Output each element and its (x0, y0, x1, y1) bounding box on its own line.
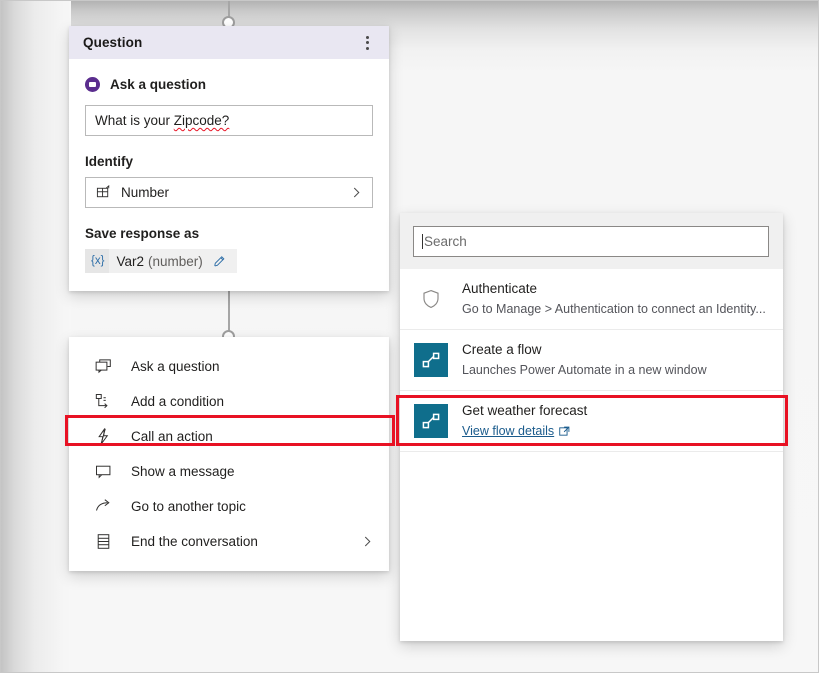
menu-item-call-an-action[interactable]: Call an action (69, 419, 389, 454)
action-row-authenticate[interactable]: Authenticate Go to Manage > Authenticati… (400, 269, 783, 330)
question-card-title: Question (83, 35, 143, 50)
variable-token-icon: {x} (85, 249, 110, 273)
question-bubble-icon (93, 358, 113, 375)
action-title: Get weather forecast (462, 403, 588, 418)
variable-name: Var2 (116, 253, 144, 269)
menu-item-label: Call an action (131, 429, 213, 444)
lightning-bolt-icon (93, 428, 113, 445)
chevron-right-icon (360, 534, 375, 549)
flow-icon (414, 404, 448, 438)
search-zone: Search (400, 213, 783, 269)
menu-item-ask-a-question[interactable]: Ask a question (69, 349, 389, 384)
action-text-block: Get weather forecast View flow details (462, 402, 587, 440)
action-row-get-weather-forecast[interactable]: Get weather forecast View flow details (400, 391, 783, 452)
identify-dropdown[interactable]: Number (85, 177, 373, 208)
connector-line-bottom (228, 290, 230, 332)
menu-item-label: End the conversation (131, 534, 258, 549)
action-subtitle: Launches Power Automate in a new window (462, 363, 707, 377)
question-card-body: Ask a question What is your Zipcode? Ide… (69, 59, 389, 291)
search-input[interactable]: Search (413, 226, 769, 257)
menu-item-add-a-condition[interactable]: Add a condition (69, 384, 389, 419)
message-bubble-icon (93, 463, 113, 480)
node-action-menu[interactable]: Ask a question Add a condition Call an a… (69, 337, 389, 571)
view-flow-details-label: View flow details (462, 424, 555, 438)
action-subtitle: Go to Manage > Authentication to connect… (462, 302, 766, 316)
text-caret (422, 234, 423, 249)
open-in-new-window-icon (559, 426, 570, 437)
app-screen: Question Ask a question What is your Zip… (0, 0, 819, 673)
menu-item-label: Go to another topic (131, 499, 246, 514)
search-placeholder: Search (424, 234, 467, 249)
question-card-header: Question (69, 26, 389, 59)
entity-grid-icon (96, 185, 111, 200)
flow-icon-tile (414, 343, 448, 377)
shield-icon (414, 282, 448, 316)
question-text-prefix: What is your (95, 113, 174, 128)
save-response-label: Save response as (85, 226, 200, 241)
action-picker-panel[interactable]: Search Authenticate Go to Manage > Authe… (400, 213, 783, 641)
variable-type: (number) (147, 253, 203, 269)
flow-icon-tile (414, 404, 448, 438)
branch-condition-icon (93, 393, 113, 410)
action-title: Authenticate (462, 281, 538, 296)
menu-item-label: Show a message (131, 464, 235, 479)
flow-icon (414, 343, 448, 377)
ask-a-question-option[interactable]: Ask a question (85, 77, 373, 92)
question-text-misspelled: Zipcode? (173, 113, 230, 128)
ask-a-question-label: Ask a question (110, 77, 207, 92)
identify-label: Identify (85, 154, 134, 169)
question-text-input[interactable]: What is your Zipcode? (85, 105, 373, 136)
menu-item-show-a-message[interactable]: Show a message (69, 454, 389, 489)
action-text-block: Create a flow Launches Power Automate in… (462, 341, 707, 379)
question-node-card[interactable]: Question Ask a question What is your Zip… (69, 26, 389, 291)
action-text-block: Authenticate Go to Manage > Authenticati… (462, 280, 766, 318)
saved-variable-pill[interactable]: {x} Var2 (number) (85, 249, 237, 273)
end-conversation-icon (93, 533, 113, 550)
menu-item-label: Ask a question (131, 359, 220, 374)
view-flow-details-link[interactable]: View flow details (462, 422, 570, 440)
action-title: Create a flow (462, 342, 542, 357)
action-row-create-a-flow[interactable]: Create a flow Launches Power Automate in… (400, 330, 783, 391)
redirect-arrow-icon (93, 498, 113, 515)
pencil-icon[interactable] (212, 254, 227, 269)
menu-item-go-to-another-topic[interactable]: Go to another topic (69, 489, 389, 524)
menu-item-label: Add a condition (131, 394, 225, 409)
menu-item-end-the-conversation[interactable]: End the conversation (69, 524, 389, 559)
question-bullet-icon (85, 77, 100, 92)
chevron-right-icon (349, 185, 364, 200)
identify-dropdown-value: Number (121, 185, 170, 200)
canvas-left-shadow (1, 1, 71, 672)
more-vertical-icon[interactable] (357, 32, 377, 54)
